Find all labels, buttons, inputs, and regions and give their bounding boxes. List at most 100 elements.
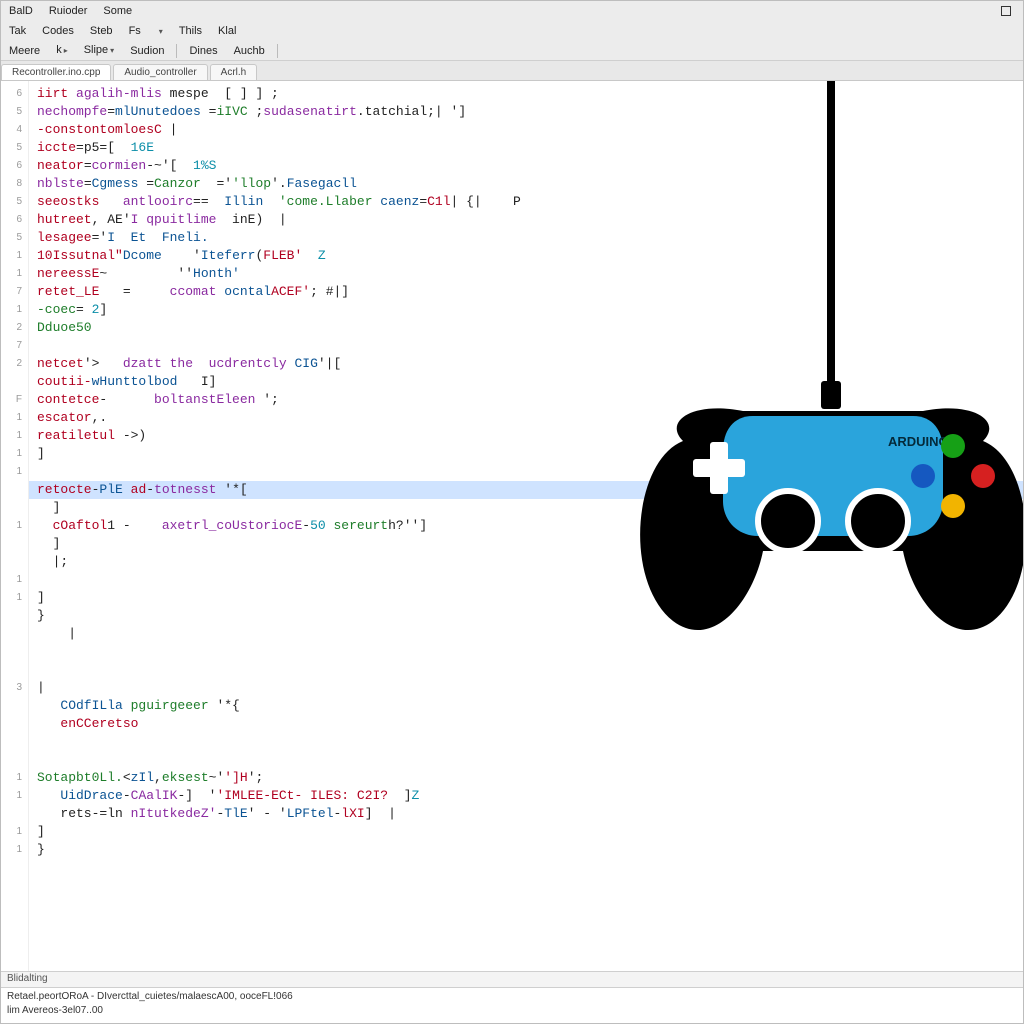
line-number: 6 — [1, 157, 28, 175]
code-line[interactable]: enCCeretso — [37, 715, 1023, 733]
menu-item[interactable]: Thils — [171, 21, 210, 41]
code-line[interactable]: contetce- boltanstEleen '; — [37, 391, 1023, 409]
line-number — [1, 553, 28, 571]
code-line[interactable]: nblste=Cgmess =Canzor =''llop'.Fasegacll — [37, 175, 1023, 193]
menu-item[interactable]: Steb — [82, 21, 121, 41]
code-line[interactable]: ] — [37, 499, 1023, 517]
code-line[interactable]: COdfILla pguirgeeer '*{ — [37, 697, 1023, 715]
line-number: 1 — [1, 427, 28, 445]
code-line[interactable]: 10Issutnal"Dcome 'Iteferr(FLEB' Z — [37, 247, 1023, 265]
line-number: 1 — [1, 841, 28, 859]
code-line[interactable]: } — [37, 607, 1023, 625]
menu-item[interactable]: Auchb — [226, 41, 273, 61]
menu-item[interactable]: ▾ — [149, 21, 171, 42]
code-line[interactable]: lesagee='I Et Fneli. — [37, 229, 1023, 247]
code-line[interactable]: ] — [37, 535, 1023, 553]
separator — [176, 44, 177, 58]
line-number — [1, 499, 28, 517]
code-line[interactable]: -coec= 2] — [37, 301, 1023, 319]
code-line[interactable] — [37, 463, 1023, 481]
code-line[interactable]: nechompfe=mlUnutedoes =iIVC ;sudasenatir… — [37, 103, 1023, 121]
code-line[interactable] — [37, 571, 1023, 589]
line-number: 1 — [1, 301, 28, 319]
code-line[interactable]: iccte=p5=[ 16E — [37, 139, 1023, 157]
menu-item[interactable]: Tak — [1, 21, 34, 41]
code-line[interactable]: | — [37, 679, 1023, 697]
code-line[interactable]: hutreet, AE'I qpuitlime inE) | — [37, 211, 1023, 229]
code-editor[interactable]: 6545685651171272F111111131111 iirt agali… — [1, 81, 1023, 971]
code-line[interactable]: coutii-wHunttolbod I] — [37, 373, 1023, 391]
code-area[interactable]: iirt agalih-mlis mespe [ ] ] ;nechompfe=… — [29, 81, 1023, 971]
code-line[interactable]: neator=cormien-~'[ 1%S — [37, 157, 1023, 175]
menu-item[interactable]: Klal — [210, 21, 244, 41]
editor-tabbar: Recontroller.ino.cpp Audio_controller Ac… — [1, 61, 1023, 81]
output-panel: Retael.peortORoA - DIvercttal_cuietes/ma… — [1, 987, 1023, 1023]
line-number — [1, 535, 28, 553]
line-number: 2 — [1, 355, 28, 373]
line-number: 6 — [1, 211, 28, 229]
line-number-gutter: 6545685651171272F111111131111 — [1, 81, 29, 971]
menu-item[interactable]: Sudion — [122, 41, 172, 61]
line-number: 3 — [1, 679, 28, 697]
code-line[interactable] — [37, 733, 1023, 751]
line-number — [1, 751, 28, 769]
maximize-icon[interactable] — [1001, 6, 1011, 16]
menu-item[interactable]: Codes — [34, 21, 82, 41]
code-line[interactable]: ] — [37, 823, 1023, 841]
menu-item[interactable]: Some — [95, 1, 140, 21]
code-line[interactable]: } — [37, 841, 1023, 859]
editor-tab[interactable]: Audio_controller — [113, 64, 207, 80]
code-line[interactable]: | — [37, 625, 1023, 643]
line-number: 5 — [1, 193, 28, 211]
code-line[interactable]: nereessE~ ''Honth' — [37, 265, 1023, 283]
line-number: 1 — [1, 247, 28, 265]
code-line[interactable]: |; — [37, 553, 1023, 571]
line-number — [1, 805, 28, 823]
line-number: 1 — [1, 265, 28, 283]
line-number: 1 — [1, 571, 28, 589]
menu-item[interactable]: Fs — [121, 21, 149, 41]
code-line[interactable]: ] — [37, 445, 1023, 463]
line-number: F — [1, 391, 28, 409]
code-line[interactable]: UidDrace-CAalIK-] ''IMLEE-ECt- ILES: C2I… — [37, 787, 1023, 805]
menu-item[interactable]: BalD — [1, 1, 41, 21]
code-line[interactable]: seeostks antlooirc== Illin 'come.Llaber … — [37, 193, 1023, 211]
code-line[interactable] — [37, 661, 1023, 679]
code-line[interactable]: cOaftol1 - axetrl_coUstoriocE-50 sereurt… — [37, 517, 1023, 535]
line-number — [1, 373, 28, 391]
menu-item[interactable]: Dines — [181, 41, 225, 61]
code-line[interactable]: Sotapbt0Ll.<zIl,eksest~'']H'; — [37, 769, 1023, 787]
line-number — [1, 625, 28, 643]
code-line[interactable]: rets-=ln nItutkedeZ'-TlE' - 'LPFtel-lXI]… — [37, 805, 1023, 823]
line-number: 1 — [1, 517, 28, 535]
code-line[interactable]: Dduoe50 — [37, 319, 1023, 337]
line-number: 1 — [1, 589, 28, 607]
editor-tab[interactable]: Acrl.h — [210, 64, 258, 80]
status-bar: Blidalting — [1, 971, 1023, 987]
code-line[interactable]: -constontomloesC | — [37, 121, 1023, 139]
line-number: 4 — [1, 121, 28, 139]
line-number — [1, 643, 28, 661]
menu-item[interactable]: Slipe▾ — [76, 40, 122, 61]
app-window: BalD Ruioder Some Tak Codes Steb Fs ▾ Th… — [0, 0, 1024, 1024]
menu-item[interactable]: Ruioder — [41, 1, 96, 21]
code-line[interactable]: iirt agalih-mlis mespe [ ] ] ; — [37, 85, 1023, 103]
code-line[interactable]: retocte-PlE ad-totnesst '*[ — [29, 481, 1023, 499]
code-line[interactable]: escator,. — [37, 409, 1023, 427]
code-line[interactable] — [37, 643, 1023, 661]
menu-item[interactable]: k▸ — [48, 40, 76, 61]
code-line[interactable]: retet_LE = ccomat ocntalACEF'; #|] — [37, 283, 1023, 301]
code-line[interactable]: netcet'> dzatt the ucdrentcly CIG'|[ — [37, 355, 1023, 373]
line-number — [1, 733, 28, 751]
line-number: 7 — [1, 337, 28, 355]
code-line[interactable] — [37, 751, 1023, 769]
line-number: 1 — [1, 445, 28, 463]
code-line[interactable] — [37, 337, 1023, 355]
output-line: Retael.peortORoA - DIvercttal_cuietes/ma… — [7, 990, 1017, 1004]
line-number: 1 — [1, 769, 28, 787]
menu-item[interactable]: Meere — [1, 41, 48, 61]
code-line[interactable]: reatiletul ->) — [37, 427, 1023, 445]
line-number: 2 — [1, 319, 28, 337]
editor-tab[interactable]: Recontroller.ino.cpp — [1, 64, 111, 80]
code-line[interactable]: ] — [37, 589, 1023, 607]
